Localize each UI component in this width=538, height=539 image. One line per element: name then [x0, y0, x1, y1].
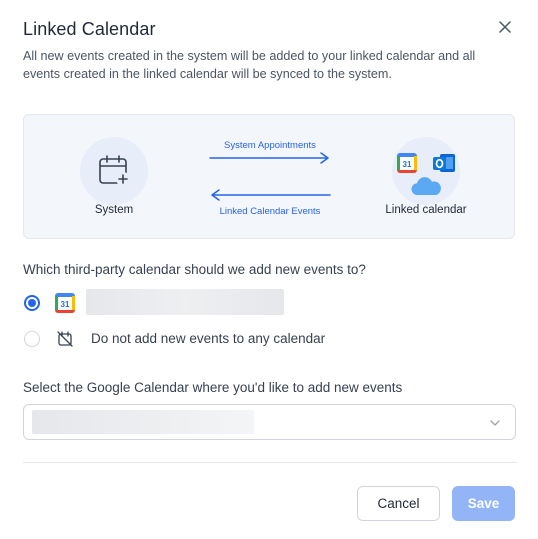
sync-diagram: System System Appointments Linked Calend…	[23, 114, 515, 239]
system-appointments-label: System Appointments	[224, 140, 316, 151]
google-calendar-select[interactable]	[23, 404, 516, 440]
calendar-off-icon	[57, 331, 73, 347]
linked-calendar-events-label: Linked Calendar Events	[219, 206, 321, 217]
gcal-option-badge-text: 31	[61, 300, 70, 309]
calendar-question: Which third-party calendar should we add…	[23, 262, 366, 277]
linked-calendar-node: 31	[392, 137, 460, 205]
dialog-title: Linked Calendar	[23, 19, 156, 39]
calendar-select-label: Select the Google Calendar where you'd l…	[23, 380, 403, 395]
linked-calendar-dialog: Linked Calendar All new events created i…	[0, 0, 538, 539]
google-account-placeholder	[86, 289, 284, 315]
linked-calendar-label: Linked calendar	[385, 204, 467, 216]
arrow-right-icon	[209, 152, 329, 164]
google-calendar-icon: 31	[397, 153, 417, 173]
arrow-left-icon	[211, 189, 331, 201]
cancel-button[interactable]: Cancel	[357, 486, 440, 521]
dialog-description: All new events created in the system wil…	[23, 49, 476, 81]
chevron-down-icon	[490, 420, 500, 426]
cloud-icon	[411, 177, 441, 195]
no-calendar-radio[interactable]	[24, 331, 40, 347]
footer-divider	[23, 462, 518, 463]
close-icon[interactable]	[495, 17, 515, 37]
save-button[interactable]: Save	[452, 486, 515, 521]
outlook-icon	[433, 154, 455, 172]
system-label: System	[94, 204, 134, 216]
google-calendar-icon: 31	[55, 293, 75, 313]
no-calendar-label: Do not add new events to any calendar	[91, 331, 326, 346]
gcal-badge-text: 31	[403, 160, 412, 169]
system-node	[80, 137, 148, 205]
calendar-add-icon	[99, 155, 130, 186]
google-calendar-radio[interactable]	[24, 295, 40, 311]
select-value-placeholder	[32, 410, 254, 434]
